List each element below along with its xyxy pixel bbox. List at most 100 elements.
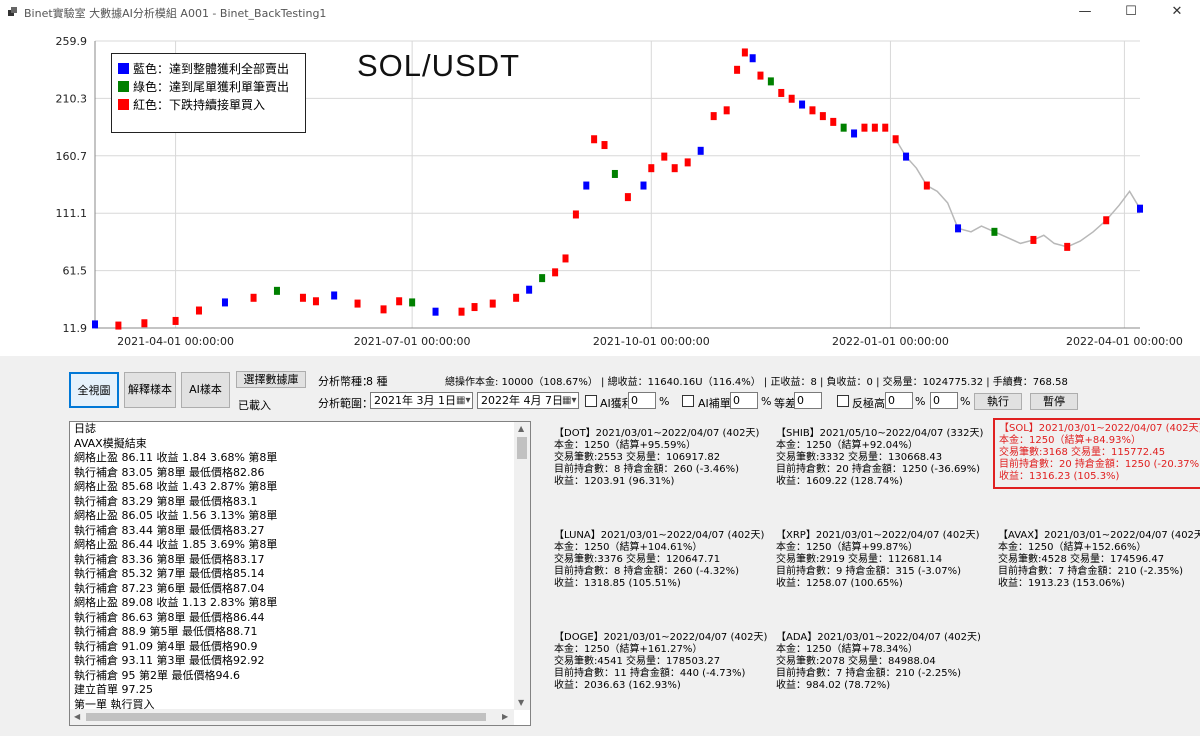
minimize-button[interactable]: — xyxy=(1062,0,1108,24)
price-marker xyxy=(684,158,691,167)
chart-legend: 藍色：達到整體獲利全部賣出 綠色：達到尾單獲利單筆賣出 紅色：下跌持續接單買入 xyxy=(111,53,306,133)
scroll-up-icon[interactable]: ▲ xyxy=(518,424,524,433)
y-tick-label: 160.7 xyxy=(56,150,88,163)
analysis-kinds-label: 分析幣種： xyxy=(318,375,373,388)
price-marker xyxy=(432,307,439,316)
price-marker xyxy=(526,285,533,294)
coin-summary-line: 【DOGE】2021/03/01~2022/04/07 (402天) xyxy=(554,632,768,643)
coin-summary-line: 收益：1258.07 (100.65%) xyxy=(776,578,903,589)
y-tick-label: 210.3 xyxy=(56,92,88,105)
reverse-input-1[interactable]: 0 xyxy=(885,392,913,409)
price-marker xyxy=(871,123,878,132)
x-tick-label: 2022-01-01 00:00:00 xyxy=(832,335,949,348)
price-marker xyxy=(840,123,847,132)
vertical-scroll-thumb[interactable] xyxy=(517,437,527,459)
coin-summary-line: 本金：1250（結算+152.66%） xyxy=(998,542,1147,553)
loaded-status: 已載入 xyxy=(238,399,271,412)
ai-sample-button[interactable]: AI樣本 xyxy=(181,372,230,408)
ai-cover-input[interactable]: 0 xyxy=(730,392,758,409)
maximize-button[interactable]: ☐ xyxy=(1108,0,1154,24)
price-marker xyxy=(624,193,631,202)
coin-summary-line: 【XRP】2021/03/01~2022/04/07 (402天) xyxy=(776,530,980,541)
coin-summary: 【SHIB】2021/05/10~2022/04/07 (332天) 本金：125… xyxy=(776,428,983,488)
wait-input[interactable]: 0 xyxy=(794,392,822,409)
calendar-dropdown-icon[interactable]: ▦▾ xyxy=(456,394,470,407)
price-marker xyxy=(640,181,647,190)
range-label: 分析範圍： xyxy=(318,397,373,410)
coin-summary-line: 收益：1609.22 (128.74%) xyxy=(776,476,903,487)
coin-summary: 【ADA】2021/03/01~2022/04/07 (402天) 本金：1250… xyxy=(776,632,981,692)
app-icon xyxy=(8,7,17,16)
coin-summary-line: 【LUNA】2021/03/01~2022/04/07 (402天) xyxy=(554,530,765,541)
reverse-checkbox[interactable] xyxy=(837,395,849,407)
price-marker xyxy=(1137,204,1143,213)
price-marker xyxy=(195,306,202,315)
select-data-button[interactable]: 選擇數據庫 xyxy=(236,371,306,388)
log-line: 網格止盈 86.11 收益 1.84 3.68% 第8單 xyxy=(74,451,278,464)
horizontal-scroll-thumb[interactable] xyxy=(86,713,486,721)
coin-summary-line: 交易筆數:2553 交易量：106917.82 xyxy=(554,452,721,463)
y-tick-label: 11.9 xyxy=(63,322,88,335)
price-marker xyxy=(92,320,98,329)
y-tick-label: 61.5 xyxy=(63,265,88,278)
price-marker xyxy=(172,316,179,325)
price-marker xyxy=(882,123,889,132)
ai-profit-input[interactable]: 0 xyxy=(628,392,656,409)
sample-button[interactable]: 解釋樣本 xyxy=(124,372,176,408)
coin-summary-line: 目前持倉數：7 持倉金額：210 (-2.25%) xyxy=(776,668,961,679)
date-from-picker[interactable]: 2021年 3月 1日 ▦▾ xyxy=(370,392,473,409)
log-line: 日誌 xyxy=(74,422,96,435)
coin-summary-line: 收益：1318.85 (105.51%) xyxy=(554,578,681,589)
scroll-down-icon[interactable]: ▼ xyxy=(518,698,524,707)
log-list[interactable]: 日誌 AVAX模擬結束 網格止盈 86.11 收益 1.84 3.68% 第8單 執行… xyxy=(69,421,531,726)
coin-summary-line: 【SHIB】2021/05/10~2022/04/07 (332天) xyxy=(776,428,984,439)
coin-summary-line: 交易筆數:2919 交易量：112681.14 xyxy=(776,554,943,565)
window-title: Binet實驗室 大數據AI分析模組 A001 - Binet_BackTest… xyxy=(24,7,327,20)
scroll-right-icon[interactable]: ▶ xyxy=(502,712,508,721)
calendar-dropdown-icon[interactable]: ▦▾ xyxy=(562,394,576,407)
price-marker xyxy=(552,268,559,277)
run-button[interactable]: 執行 xyxy=(974,393,1022,410)
price-marker xyxy=(115,321,122,330)
wait-label: 等差 xyxy=(774,397,796,410)
coin-summary-line: 交易筆數:2078 交易量：84988.04 xyxy=(776,656,936,667)
price-marker xyxy=(513,293,520,302)
coin-summary: 【DOGE】2021/03/01~2022/04/07 (402天) 本金：125… xyxy=(554,632,767,692)
ai-cover-unit: % xyxy=(761,395,772,408)
price-marker xyxy=(601,141,608,150)
coin-summary-line: 交易筆數:3168 交易量：115772.45 xyxy=(999,447,1166,458)
legend-item-blue: 藍色：達到整體獲利全部賣出 xyxy=(118,62,289,76)
x-tick-label: 2021-04-01 00:00:00 xyxy=(117,335,234,348)
log-line: 執行補倉 91.09 第4單 最低價格90.9 xyxy=(74,639,258,653)
price-marker xyxy=(273,286,280,295)
coin-summary-line: 【ADA】2021/03/01~2022/04/07 (402天) xyxy=(776,632,981,643)
legend-label: 紅色：下跌持續接單買入 xyxy=(133,98,266,112)
price-marker xyxy=(778,88,785,97)
price-marker xyxy=(697,146,704,155)
date-from-value: 2021年 3月 1日 xyxy=(374,394,456,407)
pause-button[interactable]: 暫停 xyxy=(1030,393,1078,410)
price-marker xyxy=(250,293,257,302)
price-marker xyxy=(141,319,148,328)
coin-summary: 【DOT】2021/03/01~2022/04/07 (402天) 本金：1250… xyxy=(554,428,759,488)
coin-summary-line: 本金：1250（結算+161.27%） xyxy=(554,644,703,655)
price-marker xyxy=(892,135,899,144)
coin-summary-line: 【AVAX】2021/03/01~2022/04/07 (402天) xyxy=(998,530,1200,541)
horizontal-scrollbar[interactable]: ◀ ▶ xyxy=(70,709,514,725)
coin-summary-line: 本金：1250（結算+95.59%） xyxy=(554,440,696,451)
reverse-label: 反極高 xyxy=(852,397,885,410)
ai-profit-checkbox[interactable] xyxy=(585,395,597,407)
price-marker xyxy=(583,181,590,190)
overview-button[interactable]: 全視圖 xyxy=(69,372,119,408)
date-to-picker[interactable]: 2022年 4月 7日 ▦▾ xyxy=(477,392,579,409)
legend-item-green: 綠色：達到尾單獲利單筆賣出 xyxy=(118,80,289,94)
coin-summary-line: 收益：1316.23 (105.3%) xyxy=(999,471,1120,482)
coin-summary-line: 收益：1203.91 (96.31%) xyxy=(554,476,675,487)
coin-summary-line: 本金：1250（結算+104.61%） xyxy=(554,542,703,553)
log-line: 執行補倉 83.29 第8單 最低價格83.1 xyxy=(74,494,258,508)
vertical-scrollbar[interactable]: ▲ ▼ xyxy=(514,422,530,710)
scroll-left-icon[interactable]: ◀ xyxy=(74,712,80,721)
ai-cover-checkbox[interactable] xyxy=(682,395,694,407)
close-button[interactable]: ✕ xyxy=(1154,0,1200,24)
reverse-input-2[interactable]: 0 xyxy=(930,392,958,409)
